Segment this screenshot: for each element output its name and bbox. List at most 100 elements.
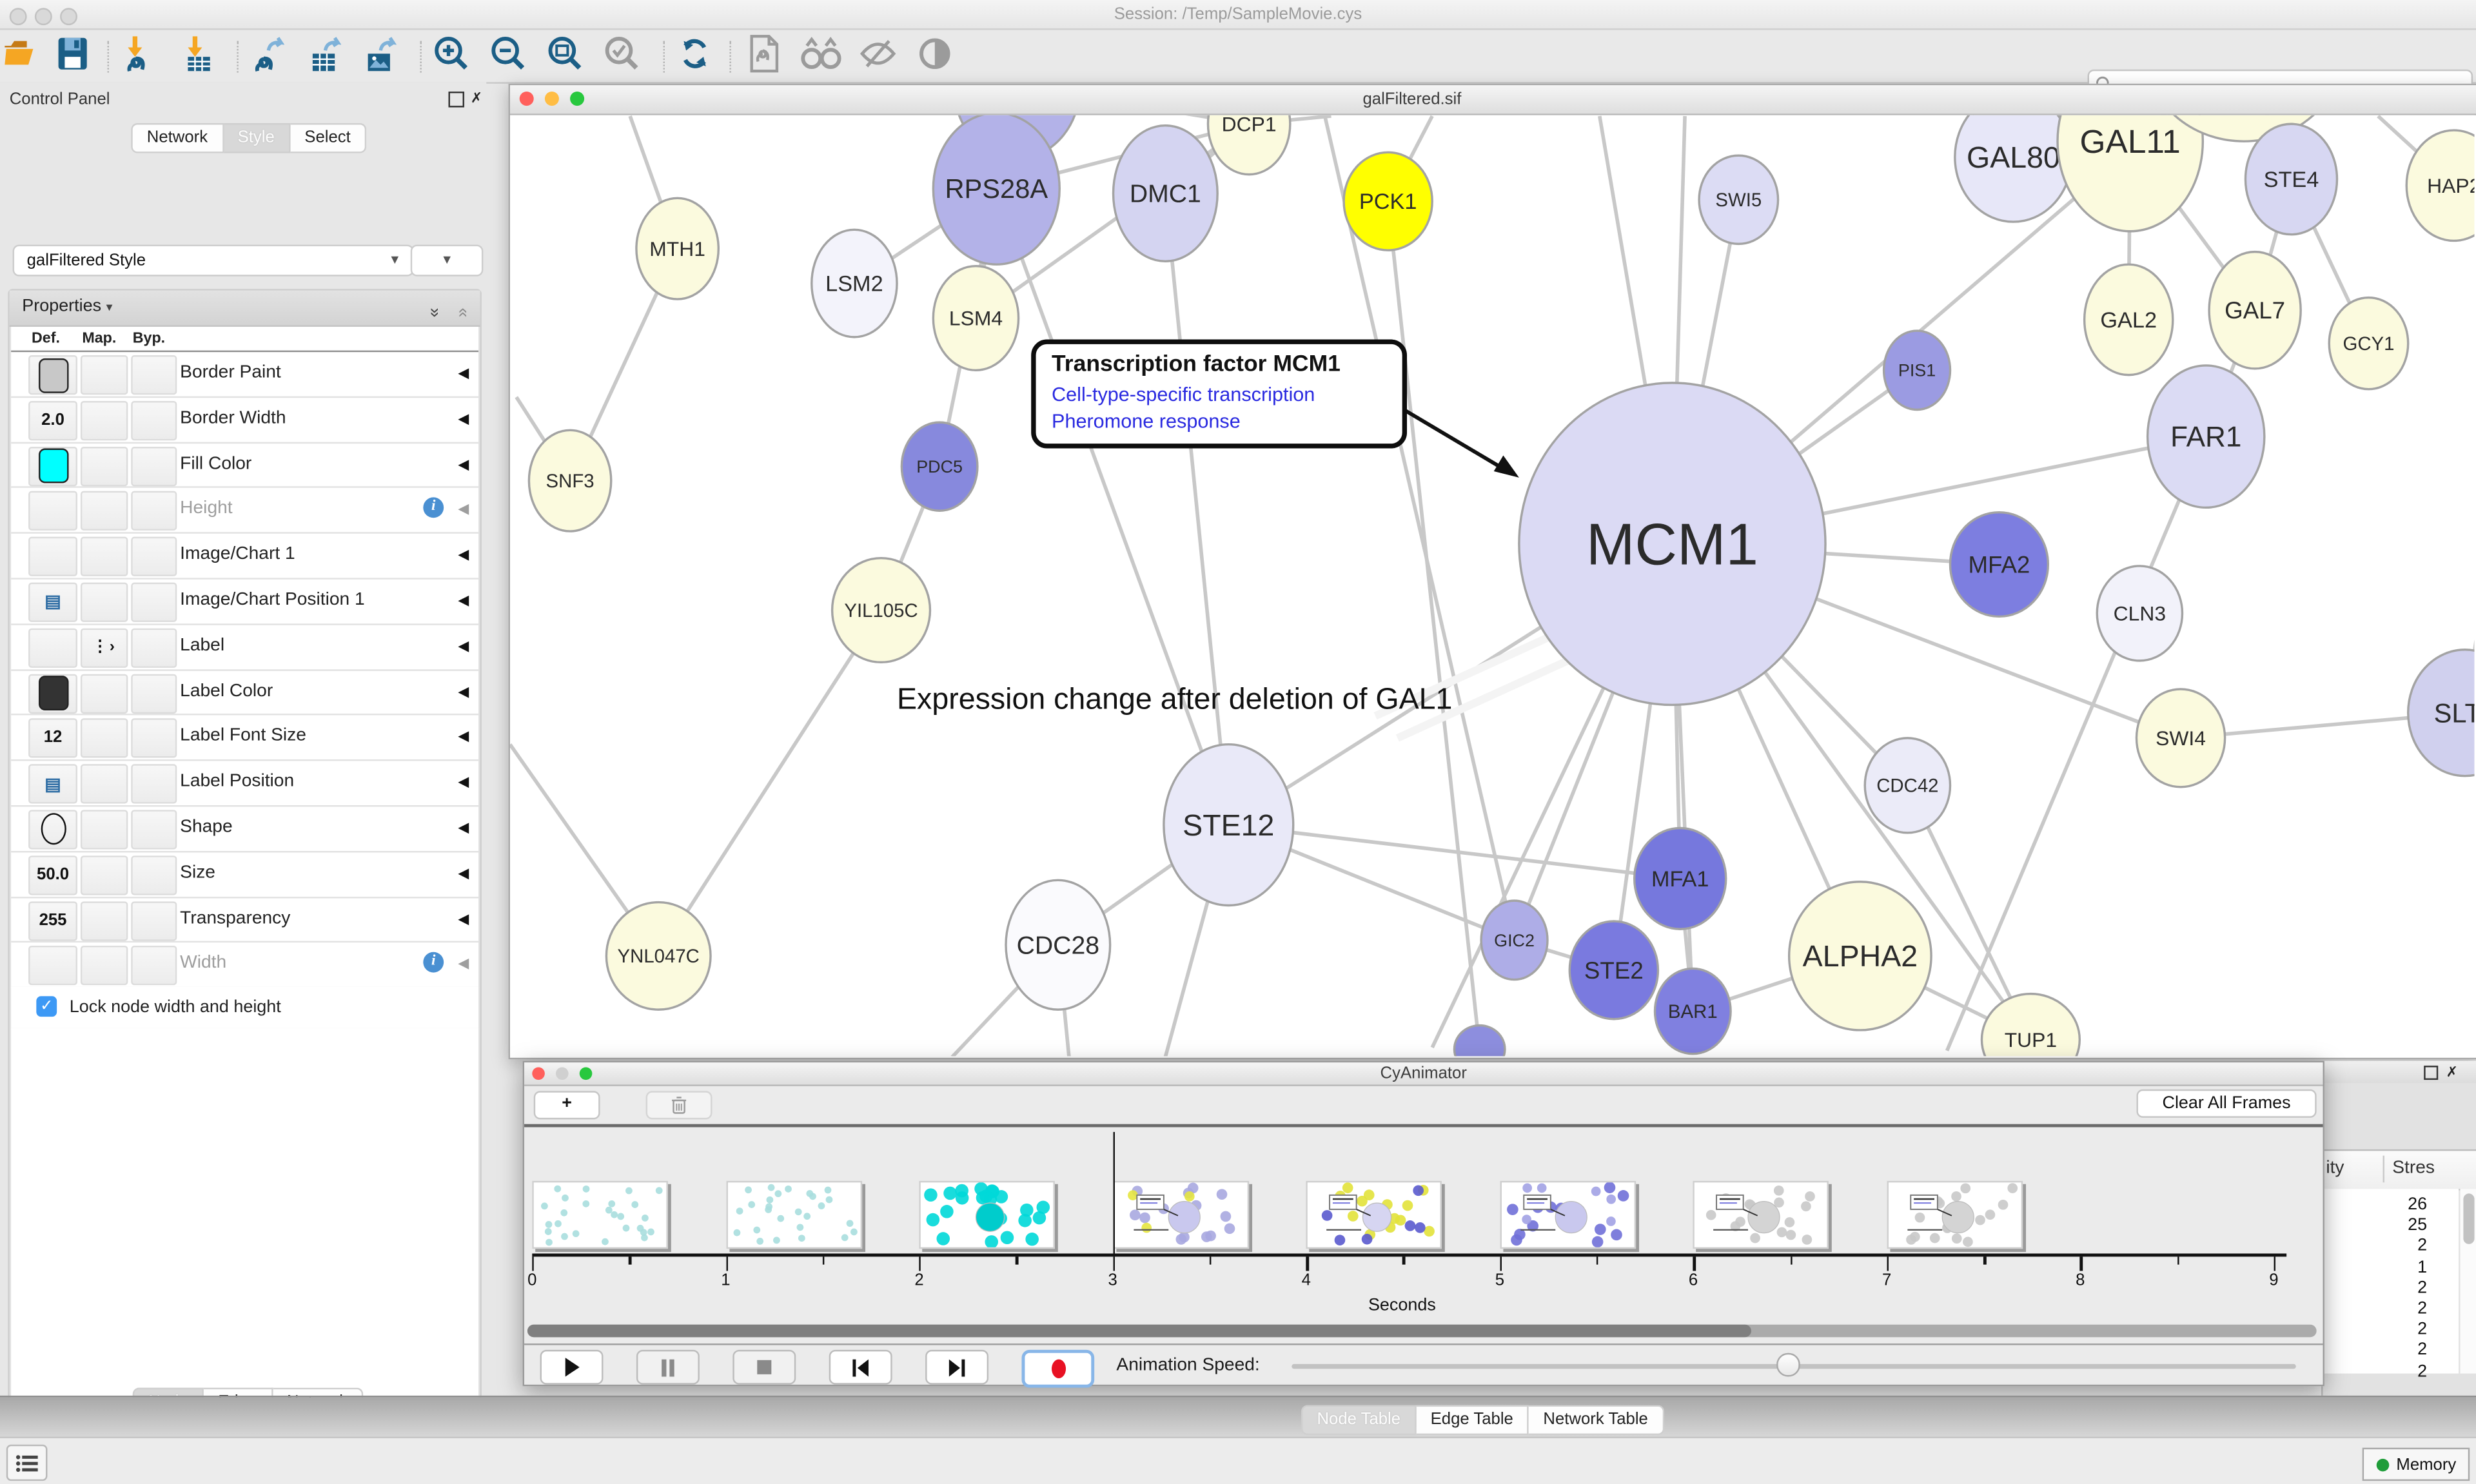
expand-property-icon[interactable]: ◀ <box>458 638 469 655</box>
default-value[interactable]: 2.0 <box>30 402 76 438</box>
float-panel-icon[interactable] <box>449 92 464 107</box>
annotation-box[interactable]: Transcription factor MCM1 Cell-type-spec… <box>1031 340 1407 449</box>
frame-thumbnail-6[interactable] <box>1500 1181 1636 1249</box>
properties-header[interactable]: Properties ▾ » « <box>10 291 480 327</box>
expand-property-icon[interactable]: ◀ <box>458 728 469 746</box>
network-edge[interactable] <box>1325 116 1515 940</box>
property-row-shape[interactable]: Shape◀ <box>11 806 478 852</box>
info-icon[interactable]: i <box>423 953 444 973</box>
frame-thumbnail-3[interactable] <box>919 1181 1056 1249</box>
network-node-gal11[interactable]: GAL11 <box>2058 115 2203 231</box>
expand-property-icon[interactable]: ◀ <box>458 365 469 382</box>
network-node-ste12[interactable]: STE12 <box>1164 745 1293 906</box>
network-window-titlebar[interactable]: galFiltered.sif <box>510 85 2476 115</box>
network-node-rps28a[interactable]: RPS28A <box>933 115 1059 264</box>
table-cell[interactable]: 1 <box>2323 1258 2427 1276</box>
zoom-in-button[interactable] <box>428 36 475 77</box>
expand-property-icon[interactable]: ◀ <box>458 956 469 973</box>
expand-property-icon[interactable]: ◀ <box>458 683 469 700</box>
property-row-fill-color[interactable]: Fill Color◀ <box>11 443 478 489</box>
info-icon[interactable]: i <box>423 498 444 518</box>
network-node-ste4[interactable]: STE4 <box>2245 124 2337 234</box>
tab-node-table[interactable]: Node Table <box>1301 1405 1417 1436</box>
network-node-pck1[interactable]: PCK1 <box>1344 152 1432 250</box>
network-node-pdc5[interactable]: PDC5 <box>901 422 978 511</box>
record-button[interactable] <box>1021 1350 1094 1388</box>
table-cell[interactable]: 2 <box>2323 1237 2427 1256</box>
expand-property-icon[interactable]: ◀ <box>458 819 469 837</box>
memory-button[interactable]: Memory <box>2363 1448 2470 1481</box>
table-cell[interactable]: 2 <box>2323 1362 2427 1380</box>
expand-property-icon[interactable]: ◀ <box>458 456 469 473</box>
pause-button[interactable] <box>636 1350 700 1385</box>
table-cell[interactable]: 2 <box>2323 1300 2427 1318</box>
table-body[interactable]: 26252122222 <box>2323 1189 2459 1374</box>
network-node-alpha2[interactable]: ALPHA2 <box>1789 882 1931 1030</box>
float-panel-icon[interactable] <box>2424 1066 2438 1080</box>
tab-network-table[interactable]: Network Table <box>1529 1405 1664 1436</box>
add-frame-button[interactable]: + <box>534 1091 600 1119</box>
go-to-end-button[interactable] <box>925 1350 988 1385</box>
frame-thumbnail-8[interactable] <box>1887 1181 2023 1249</box>
network-node-cln3[interactable]: CLN3 <box>2097 566 2182 661</box>
default-value[interactable]: 50.0 <box>30 857 76 893</box>
network-node-tup1[interactable]: TUP1 <box>1981 994 2079 1057</box>
show-graphics-button[interactable] <box>911 36 958 77</box>
lock-checkbox[interactable]: ✓ <box>36 997 57 1017</box>
expand-property-icon[interactable]: ◀ <box>458 410 469 427</box>
export-table-button[interactable] <box>300 36 347 77</box>
frame-thumbnail-5[interactable] <box>1306 1181 1442 1249</box>
network-node-far1[interactable]: FAR1 <box>2148 366 2265 507</box>
network-node-dmc1[interactable]: DMC1 <box>1114 126 1218 262</box>
network-node-pis1[interactable]: PIS1 <box>1884 331 1950 409</box>
collapse-all-icon[interactable]: « <box>458 297 467 325</box>
position-icon[interactable]: ▤ <box>44 774 61 794</box>
property-row-image-chart-position-1[interactable]: ▤Image/Chart Position 1◀ <box>11 580 478 625</box>
property-row-image-chart-1[interactable]: Image/Chart 1◀ <box>11 534 478 580</box>
table-cell[interactable]: 25 <box>2323 1216 2427 1235</box>
timeline-playhead[interactable] <box>1113 1132 1115 1254</box>
network-node-gal2[interactable]: GAL2 <box>2085 264 2173 375</box>
network-edge[interactable] <box>1388 201 1480 1049</box>
close-icon[interactable] <box>520 92 534 106</box>
network-node-mth1[interactable]: MTH1 <box>636 198 718 299</box>
network-node-mfa1[interactable]: MFA1 <box>1635 828 1726 929</box>
network-node-ste2[interactable]: STE2 <box>1569 921 1658 1019</box>
speed-slider-handle[interactable] <box>1776 1353 1800 1376</box>
network-node-cdc42[interactable]: CDC42 <box>1865 738 1950 833</box>
stop-button[interactable] <box>732 1350 796 1385</box>
network-node-bar1[interactable]: BAR1 <box>1655 968 1731 1053</box>
go-to-start-button[interactable] <box>829 1350 892 1385</box>
delete-frame-button[interactable] <box>646 1091 712 1119</box>
zoom-out-button[interactable] <box>485 36 532 77</box>
network-node-hap2[interactable]: HAP2 <box>2406 130 2474 240</box>
network-node-yil105c[interactable]: YIL105C <box>832 558 930 663</box>
fullscreen-window-icon[interactable] <box>60 8 77 25</box>
zoom-selected-button[interactable] <box>598 36 645 77</box>
tab-style[interactable]: Style <box>224 123 291 153</box>
minimize-window-icon[interactable] <box>35 8 52 25</box>
cyanimator-titlebar[interactable]: CyAnimator <box>524 1062 2323 1086</box>
table-header-row[interactable]: ity Stres <box>2323 1149 2476 1191</box>
open-folder-button[interactable] <box>0 36 46 77</box>
property-row-border-width[interactable]: 2.0Border Width◀ <box>11 398 478 444</box>
table-cell[interactable]: 2 <box>2323 1320 2427 1339</box>
play-button[interactable] <box>540 1350 604 1385</box>
zoom-fit-button[interactable] <box>542 36 589 77</box>
style-options-button[interactable]: ▼ <box>411 245 484 277</box>
frame-thumbnail-4[interactable] <box>1113 1181 1249 1249</box>
expand-all-icon[interactable]: » <box>429 297 439 325</box>
network-document-button[interactable] <box>741 36 788 77</box>
timeline-ruler[interactable] <box>532 1253 2286 1256</box>
expand-property-icon[interactable]: ◀ <box>458 547 469 564</box>
ellipse-shape-icon[interactable] <box>40 814 65 845</box>
expand-property-icon[interactable]: ◀ <box>458 774 469 791</box>
close-panel-icon[interactable]: ✗ <box>2446 1064 2457 1080</box>
table-cell[interactable]: 2 <box>2323 1278 2427 1297</box>
network-node-swi4[interactable]: SWI4 <box>2136 689 2225 787</box>
annotation-link[interactable]: Pheromone response <box>1052 411 1386 433</box>
network-node-lsm4[interactable]: LSM4 <box>933 266 1018 371</box>
export-network-button[interactable] <box>243 36 290 77</box>
network-node-cdc28[interactable]: CDC28 <box>1006 880 1110 1010</box>
property-row-label-position[interactable]: ▤Label Position◀ <box>11 761 478 807</box>
